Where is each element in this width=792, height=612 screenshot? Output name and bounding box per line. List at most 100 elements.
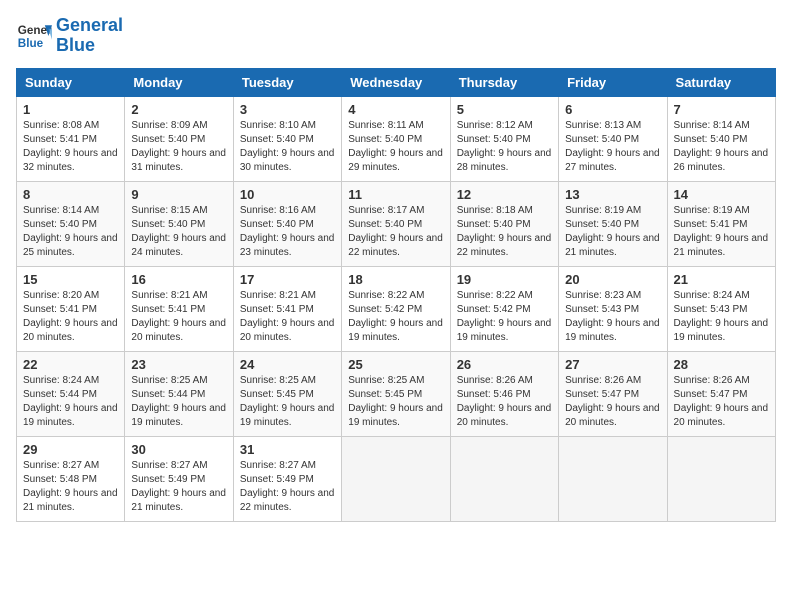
day-number: 9 xyxy=(131,187,226,202)
day-number: 7 xyxy=(674,102,769,117)
header-sunday: Sunday xyxy=(17,68,125,96)
header-wednesday: Wednesday xyxy=(342,68,450,96)
day-number: 14 xyxy=(674,187,769,202)
calendar-day-cell xyxy=(667,436,775,521)
calendar-day-cell: 5 Sunrise: 8:12 AMSunset: 5:40 PMDaylight… xyxy=(450,96,558,181)
header-tuesday: Tuesday xyxy=(233,68,341,96)
calendar-day-cell: 11 Sunrise: 8:17 AMSunset: 5:40 PMDayligh… xyxy=(342,181,450,266)
calendar-week-row: 22Sunrise: 8:24 AMSunset: 5:44 PMDayligh… xyxy=(17,351,776,436)
header-monday: Monday xyxy=(125,68,233,96)
day-number: 13 xyxy=(565,187,660,202)
day-detail: Sunrise: 8:21 AMSunset: 5:41 PMDaylight:… xyxy=(240,289,335,345)
day-detail: Sunrise: 8:19 AMSunset: 5:40 PMDaylight:… xyxy=(565,204,660,260)
day-detail: Sunrise: 8:14 AMSunset: 5:40 PMDaylight:… xyxy=(674,119,769,175)
day-detail: Sunrise: 8:14 AMSunset: 5:40 PMDaylight:… xyxy=(23,204,118,260)
day-number: 5 xyxy=(457,102,552,117)
day-number: 12 xyxy=(457,187,552,202)
page-header: General Blue General Blue xyxy=(16,16,776,56)
day-number: 17 xyxy=(240,272,335,287)
day-detail: Sunrise: 8:18 AMSunset: 5:40 PMDaylight:… xyxy=(457,204,552,260)
day-detail: Sunrise: 8:25 AMSunset: 5:45 PMDaylight:… xyxy=(348,374,443,430)
calendar-day-cell xyxy=(342,436,450,521)
day-number: 22 xyxy=(23,357,118,372)
day-number: 8 xyxy=(23,187,118,202)
calendar-week-row: 1Sunrise: 8:08 AMSunset: 5:41 PMDaylight… xyxy=(17,96,776,181)
calendar-day-cell: 3 Sunrise: 8:10 AMSunset: 5:40 PMDaylight… xyxy=(233,96,341,181)
calendar-week-row: 8 Sunrise: 8:14 AMSunset: 5:40 PMDaylight… xyxy=(17,181,776,266)
day-detail: Sunrise: 8:25 AMSunset: 5:45 PMDaylight:… xyxy=(240,374,335,430)
logo-text-line2: Blue xyxy=(56,36,123,56)
day-detail: Sunrise: 8:10 AMSunset: 5:40 PMDaylight:… xyxy=(240,119,335,175)
day-detail: Sunrise: 8:26 AMSunset: 5:47 PMDaylight:… xyxy=(565,374,660,430)
calendar-header-row: Sunday Monday Tuesday Wednesday Thursday… xyxy=(17,68,776,96)
day-number: 23 xyxy=(131,357,226,372)
logo-icon: General Blue xyxy=(16,18,52,54)
day-number: 18 xyxy=(348,272,443,287)
calendar-day-cell: 13 Sunrise: 8:19 AMSunset: 5:40 PMDayligh… xyxy=(559,181,667,266)
calendar-day-cell xyxy=(559,436,667,521)
day-number: 29 xyxy=(23,442,118,457)
calendar-day-cell: 24 Sunrise: 8:25 AMSunset: 5:45 PMDayligh… xyxy=(233,351,341,436)
calendar-day-cell: 7 Sunrise: 8:14 AMSunset: 5:40 PMDaylight… xyxy=(667,96,775,181)
calendar-day-cell: 21 Sunrise: 8:24 AMSunset: 5:43 PMDayligh… xyxy=(667,266,775,351)
calendar-day-cell: 17 Sunrise: 8:21 AMSunset: 5:41 PMDayligh… xyxy=(233,266,341,351)
day-number: 10 xyxy=(240,187,335,202)
day-detail: Sunrise: 8:26 AMSunset: 5:46 PMDaylight:… xyxy=(457,374,552,430)
calendar-day-cell: 25 Sunrise: 8:25 AMSunset: 5:45 PMDayligh… xyxy=(342,351,450,436)
calendar-day-cell: 22Sunrise: 8:24 AMSunset: 5:44 PMDayligh… xyxy=(17,351,125,436)
day-number: 28 xyxy=(674,357,769,372)
day-detail: Sunrise: 8:16 AMSunset: 5:40 PMDaylight:… xyxy=(240,204,335,260)
calendar-day-cell: 28 Sunrise: 8:26 AMSunset: 5:47 PMDayligh… xyxy=(667,351,775,436)
calendar-week-row: 15 Sunrise: 8:20 AMSunset: 5:41 PMDayligh… xyxy=(17,266,776,351)
calendar-day-cell: 16 Sunrise: 8:21 AMSunset: 5:41 PMDayligh… xyxy=(125,266,233,351)
calendar-day-cell: 8 Sunrise: 8:14 AMSunset: 5:40 PMDaylight… xyxy=(17,181,125,266)
day-number: 16 xyxy=(131,272,226,287)
calendar-day-cell: 20Sunrise: 8:23 AMSunset: 5:43 PMDayligh… xyxy=(559,266,667,351)
day-number: 4 xyxy=(348,102,443,117)
calendar-week-row: 29 Sunrise: 8:27 AMSunset: 5:48 PMDayligh… xyxy=(17,436,776,521)
day-number: 26 xyxy=(457,357,552,372)
calendar-day-cell: 9 Sunrise: 8:15 AMSunset: 5:40 PMDaylight… xyxy=(125,181,233,266)
calendar-day-cell: 2Sunrise: 8:09 AMSunset: 5:40 PMDaylight… xyxy=(125,96,233,181)
day-detail: Sunrise: 8:23 AMSunset: 5:43 PMDaylight:… xyxy=(565,289,660,345)
day-detail: Sunrise: 8:19 AMSunset: 5:41 PMDaylight:… xyxy=(674,204,769,260)
day-detail: Sunrise: 8:22 AMSunset: 5:42 PMDaylight:… xyxy=(457,289,552,345)
calendar-day-cell: 29 Sunrise: 8:27 AMSunset: 5:48 PMDayligh… xyxy=(17,436,125,521)
calendar-day-cell: 19Sunrise: 8:22 AMSunset: 5:42 PMDayligh… xyxy=(450,266,558,351)
calendar-day-cell: 18 Sunrise: 8:22 AMSunset: 5:42 PMDayligh… xyxy=(342,266,450,351)
day-number: 1 xyxy=(23,102,118,117)
day-detail: Sunrise: 8:13 AMSunset: 5:40 PMDaylight:… xyxy=(565,119,660,175)
day-detail: Sunrise: 8:17 AMSunset: 5:40 PMDaylight:… xyxy=(348,204,443,260)
day-detail: Sunrise: 8:25 AMSunset: 5:44 PMDaylight:… xyxy=(131,374,226,430)
day-detail: Sunrise: 8:27 AMSunset: 5:49 PMDaylight:… xyxy=(240,459,335,515)
day-detail: Sunrise: 8:22 AMSunset: 5:42 PMDaylight:… xyxy=(348,289,443,345)
day-number: 21 xyxy=(674,272,769,287)
day-detail: Sunrise: 8:27 AMSunset: 5:48 PMDaylight:… xyxy=(23,459,118,515)
calendar-day-cell: 31Sunrise: 8:27 AMSunset: 5:49 PMDayligh… xyxy=(233,436,341,521)
day-number: 24 xyxy=(240,357,335,372)
svg-text:Blue: Blue xyxy=(18,37,44,50)
logo-text-line1: General xyxy=(56,16,123,36)
day-number: 25 xyxy=(348,357,443,372)
calendar-day-cell: 1Sunrise: 8:08 AMSunset: 5:41 PMDaylight… xyxy=(17,96,125,181)
header-friday: Friday xyxy=(559,68,667,96)
day-number: 2 xyxy=(131,102,226,117)
day-number: 3 xyxy=(240,102,335,117)
day-detail: Sunrise: 8:21 AMSunset: 5:41 PMDaylight:… xyxy=(131,289,226,345)
day-number: 11 xyxy=(348,187,443,202)
day-detail: Sunrise: 8:12 AMSunset: 5:40 PMDaylight:… xyxy=(457,119,552,175)
day-detail: Sunrise: 8:11 AMSunset: 5:40 PMDaylight:… xyxy=(348,119,443,175)
day-detail: Sunrise: 8:26 AMSunset: 5:47 PMDaylight:… xyxy=(674,374,769,430)
logo: General Blue General Blue xyxy=(16,16,123,56)
calendar-day-cell: 4 Sunrise: 8:11 AMSunset: 5:40 PMDaylight… xyxy=(342,96,450,181)
calendar-day-cell: 26 Sunrise: 8:26 AMSunset: 5:46 PMDayligh… xyxy=(450,351,558,436)
day-detail: Sunrise: 8:15 AMSunset: 5:40 PMDaylight:… xyxy=(131,204,226,260)
day-detail: Sunrise: 8:20 AMSunset: 5:41 PMDaylight:… xyxy=(23,289,118,345)
calendar-day-cell xyxy=(450,436,558,521)
calendar-day-cell: 23 Sunrise: 8:25 AMSunset: 5:44 PMDayligh… xyxy=(125,351,233,436)
calendar-table: Sunday Monday Tuesday Wednesday Thursday… xyxy=(16,68,776,522)
calendar-day-cell: 14 Sunrise: 8:19 AMSunset: 5:41 PMDayligh… xyxy=(667,181,775,266)
day-number: 15 xyxy=(23,272,118,287)
day-detail: Sunrise: 8:27 AMSunset: 5:49 PMDaylight:… xyxy=(131,459,226,515)
day-detail: Sunrise: 8:24 AMSunset: 5:43 PMDaylight:… xyxy=(674,289,769,345)
